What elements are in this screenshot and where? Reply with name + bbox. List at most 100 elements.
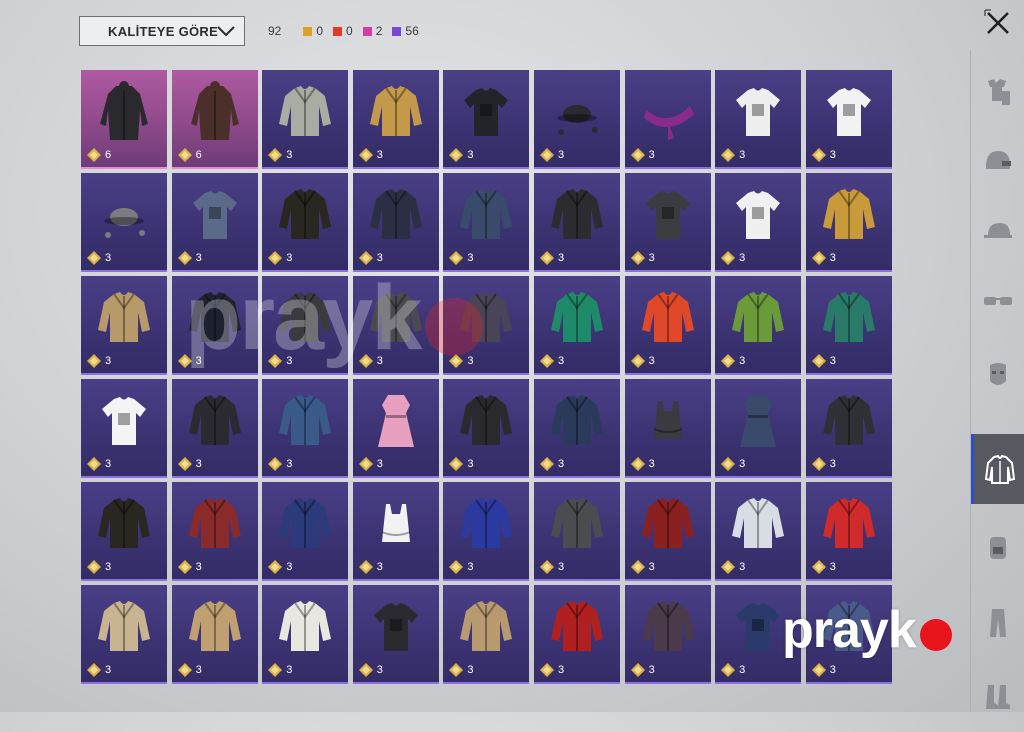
inventory-item[interactable]: 3 (262, 173, 349, 272)
sidebar-category-backpack[interactable] (971, 512, 1024, 582)
clothing-item-image (736, 88, 781, 136)
inventory-item[interactable]: 3 (443, 379, 530, 478)
inventory-item[interactable]: 3 (805, 276, 892, 375)
inventory-item[interactable]: 3 (533, 379, 620, 478)
watermark-center: prayk (185, 272, 483, 364)
close-icon[interactable] (983, 8, 1013, 38)
inventory-item[interactable]: 3 (443, 173, 530, 272)
inventory-item[interactable]: 3 (81, 379, 167, 478)
coupon-icon (721, 663, 736, 677)
inventory-item[interactable]: 3 (81, 482, 167, 581)
inventory-item[interactable]: 3 (715, 173, 802, 272)
coupon-icon (87, 148, 101, 162)
inventory-item[interactable]: 3 (533, 173, 620, 272)
clothing-item-image (98, 601, 150, 651)
item-quantity-value: 3 (286, 561, 293, 573)
inventory-item[interactable]: 3 (352, 70, 439, 169)
item-quantity-value: 3 (829, 458, 836, 470)
item-quantity-value: 3 (195, 458, 202, 470)
inventory-item[interactable]: 3 (805, 70, 892, 169)
inventory-item[interactable]: 3 (624, 276, 711, 375)
backpack-icon (990, 537, 1006, 559)
coupon-icon (449, 148, 464, 162)
inventory-item[interactable]: 3 (262, 379, 349, 478)
sidebar-category-cap[interactable] (971, 196, 1024, 266)
inventory-item[interactable]: 3 (533, 585, 620, 684)
inventory-item[interactable]: 3 (805, 173, 892, 272)
inventory-item[interactable]: 3 (81, 585, 167, 684)
sidebar-category-helmet[interactable] (971, 126, 1024, 196)
inventory-item[interactable]: 3 (805, 482, 892, 581)
inventory-item[interactable]: 3 (715, 276, 802, 375)
inventory-item[interactable]: 6 (81, 70, 167, 169)
clothing-item-image (279, 86, 332, 136)
inventory-item[interactable]: 3 (715, 379, 802, 478)
inventory-item[interactable]: 3 (262, 482, 349, 581)
inventory-item[interactable]: 3 (352, 173, 439, 272)
inventory-item[interactable]: 3 (624, 379, 711, 478)
item-quantity-value: 3 (648, 355, 655, 367)
inventory-item[interactable]: 3 (443, 585, 530, 684)
coupon-icon (177, 251, 192, 265)
inventory-item[interactable]: 3 (171, 173, 258, 272)
item-quantity-value: 3 (557, 458, 565, 470)
item-quantity-value: 3 (648, 664, 655, 676)
inventory-item[interactable]: 3 (81, 276, 167, 375)
inventory-item[interactable]: 3 (443, 482, 530, 581)
sidebar-category-mask[interactable] (971, 340, 1024, 410)
inventory-item[interactable]: 3 (805, 379, 892, 478)
clothing-item-image (550, 292, 603, 342)
inventory-item[interactable]: 3 (624, 482, 711, 581)
coupon-icon (811, 251, 826, 265)
sidebar-category-jacket[interactable] (971, 434, 1024, 504)
coupon-icon (87, 560, 101, 574)
inventory-item[interactable]: 6 (171, 70, 258, 169)
clothing-item-image (550, 189, 603, 239)
sort-dropdown[interactable]: KALİTEYE GÖRE (79, 16, 245, 46)
item-quantity-value: 3 (286, 252, 293, 264)
inventory-item[interactable]: 3 (533, 482, 620, 581)
clothing-item-image (740, 395, 777, 447)
item-quantity-value: 3 (467, 458, 474, 470)
coupon-icon (268, 148, 283, 162)
inventory-item[interactable]: 3 (624, 585, 711, 684)
inventory-item[interactable]: 3 (352, 482, 439, 581)
clothing-item-image (460, 498, 513, 548)
coupon-icon (87, 457, 101, 471)
coupon-icon (630, 560, 645, 574)
coupon-icon (177, 560, 192, 574)
inventory-item[interactable]: 3 (352, 379, 439, 478)
inventory-item[interactable]: 3 (81, 173, 167, 272)
inventory-item[interactable]: 3 (715, 70, 802, 169)
sidebar-category-outfit[interactable] (971, 56, 1024, 126)
inventory-item[interactable]: 3 (262, 585, 349, 684)
inventory-item[interactable]: 3 (352, 585, 439, 684)
inventory-item[interactable]: 3 (171, 379, 258, 478)
clothing-item-image (192, 191, 237, 239)
inventory-item[interactable]: 3 (171, 482, 258, 581)
clothing-item-image (381, 504, 411, 542)
clothing-item-image (643, 106, 694, 140)
clothing-item-image (460, 395, 513, 445)
sidebar-category-boots[interactable] (971, 662, 1024, 732)
inventory-item[interactable]: 3 (443, 70, 530, 169)
sidebar-category-pants[interactable] (971, 588, 1024, 658)
coupon-icon (630, 148, 645, 162)
inventory-item[interactable]: 3 (171, 585, 258, 684)
clothing-item-image (826, 88, 871, 136)
inventory-item[interactable]: 3 (533, 70, 620, 169)
item-quantity-value: 3 (648, 561, 655, 573)
item-quantity: 3 (721, 354, 745, 368)
total-count: 92 (268, 24, 282, 38)
clothing-item-image (645, 191, 690, 239)
inventory-item[interactable]: 3 (262, 70, 349, 169)
item-quantity: 3 (721, 457, 745, 471)
inventory-item[interactable]: 3 (624, 173, 711, 272)
item-quantity-value: 3 (829, 149, 836, 161)
item-quantity: 3 (539, 251, 564, 265)
item-quantity-value: 3 (467, 664, 474, 676)
inventory-item[interactable]: 3 (715, 482, 802, 581)
inventory-item[interactable]: 3 (533, 276, 620, 375)
inventory-item[interactable]: 3 (624, 70, 711, 169)
sidebar-category-glasses[interactable] (971, 266, 1024, 336)
